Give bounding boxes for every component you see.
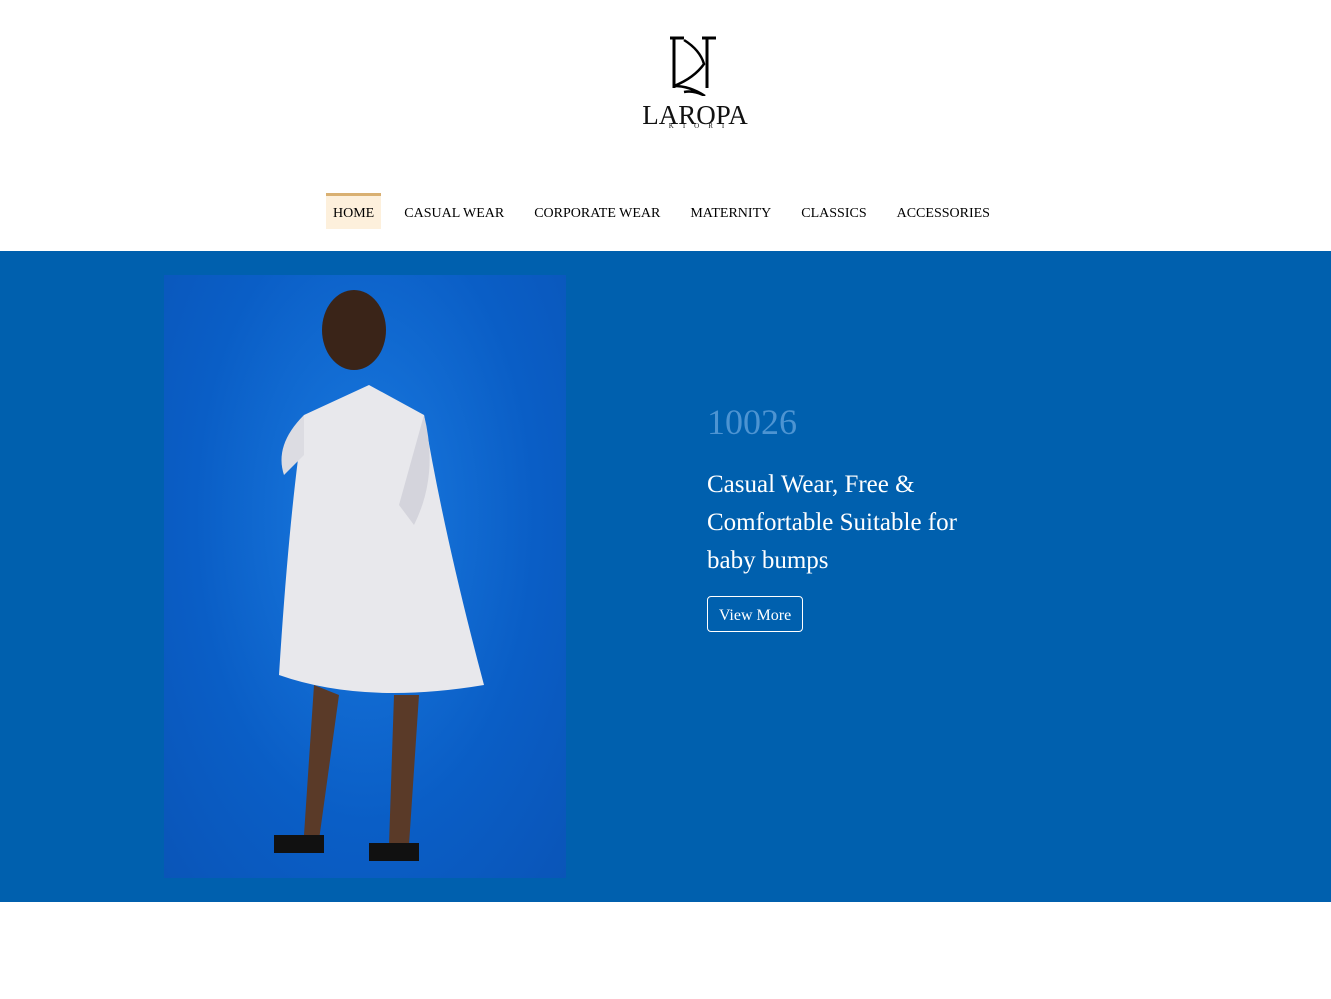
nav-maternity[interactable]: MATERNITY xyxy=(675,193,786,229)
view-more-button[interactable]: View More xyxy=(707,596,803,632)
product-photo xyxy=(164,275,566,878)
hero-slide: 10026 Casual Wear, Free & Comfortable Su… xyxy=(0,251,1331,902)
brand-logo[interactable]: LAROPA KIORI xyxy=(640,34,750,144)
product-description: Casual Wear, Free & Comfortable Suitable… xyxy=(707,471,957,574)
main-nav: HOME CASUAL WEAR CORPORATE WEAR MATERNIT… xyxy=(0,193,1331,229)
nav-accessories[interactable]: ACCESSORIES xyxy=(882,193,1005,229)
product-number: 10026 xyxy=(707,402,797,442)
model-figure-icon xyxy=(274,290,484,861)
kl-monogram-icon xyxy=(670,36,716,96)
nav-corporate-wear[interactable]: CORPORATE WEAR xyxy=(519,193,675,229)
nav-casual-wear[interactable]: CASUAL WEAR xyxy=(389,193,519,229)
nav-classics[interactable]: CLASSICS xyxy=(786,193,881,229)
nav-home[interactable]: HOME xyxy=(326,193,382,229)
